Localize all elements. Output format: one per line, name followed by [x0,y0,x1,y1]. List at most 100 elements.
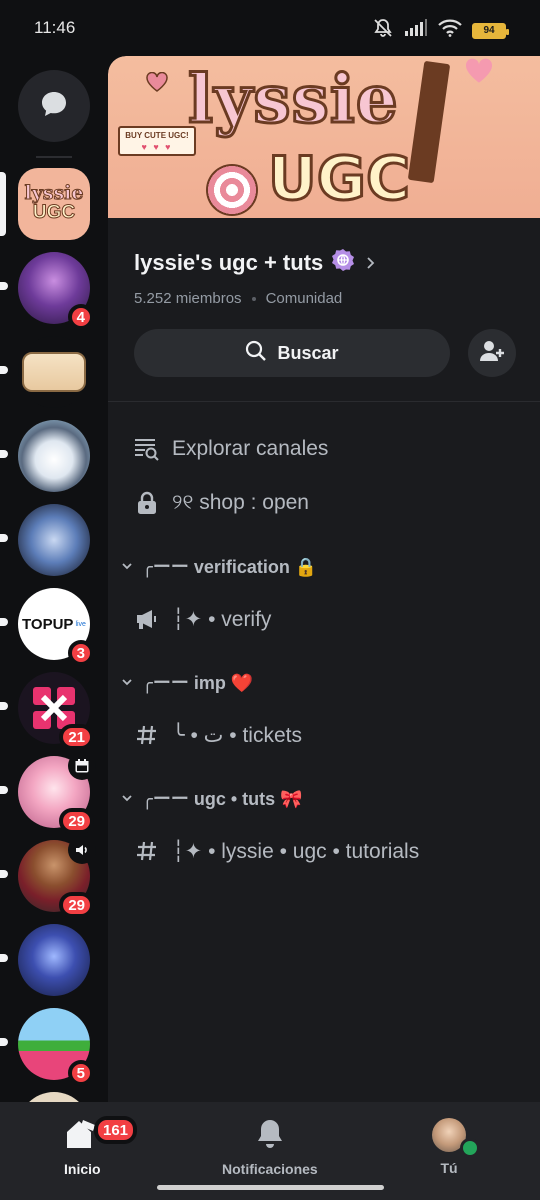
direct-messages-button[interactable] [18,70,90,142]
hashtag-icon [134,724,160,746]
meta-separator [251,296,256,301]
nav-you-label: Tú [440,1160,458,1176]
speaker-icon [68,836,96,864]
category-imp[interactable]: ╭ーー imp ❤️ [108,656,540,708]
unread-indicator [0,282,8,290]
topup-logo-sub: live [75,620,86,628]
unread-indicator [0,786,8,794]
chevron-right-icon [363,250,377,276]
server-icon-guy[interactable]: 29 [0,836,96,918]
channel-tickets[interactable]: ╰ • ت • tickets [108,708,540,762]
unread-indicator [0,534,8,542]
mention-badge: 29 [59,808,94,834]
online-status-indicator [460,1138,480,1158]
chevron-down-icon [116,676,138,688]
server-logo-subtext: UGC [32,202,76,224]
chevron-down-icon [116,792,138,804]
category-ugc-tuts[interactable]: ╭ーー ugc • tuts 🎀 [108,772,540,824]
signal-icon [404,19,428,42]
channel-name: ┆✦ • lyssie • ugc • tutorials [172,839,420,863]
status-icons: 94 [372,18,509,43]
nav-you[interactable]: Tú [432,1118,480,1176]
banner-subtitle: UGC [266,143,411,216]
battery-icon: 94 [472,22,509,39]
mention-badge: 29 [59,892,94,918]
server-panel: BUY CUTE UGC! ♥ ♥ ♥ lyssie UGC lyssie's … [108,56,540,1102]
rail-divider [36,156,72,158]
tag-text: BUY CUTE UGC! [125,131,189,140]
unread-indicator [0,1038,8,1046]
status-time: 11:46 [34,18,76,37]
mention-badge: 3 [67,640,94,666]
banner-title: lyssie [187,59,400,140]
chat-bubble-icon [39,89,69,124]
server-actions: Buscar [108,307,540,377]
heart-icon [464,58,494,89]
unread-indicator [0,954,8,962]
server-title[interactable]: lyssie's ugc + tuts [134,248,514,278]
server-name: lyssie's ugc + tuts [134,250,324,275]
server-icon-lyssie[interactable]: lyssie UGC [0,168,90,240]
search-button[interactable]: Buscar [134,329,450,377]
mention-badge: 5 [67,1060,94,1086]
server-icon-topup[interactable]: TOPUP live 3 [0,588,94,666]
nav-home-label: Inicio [64,1161,101,1177]
channel-tutorials[interactable]: ┆✦ • lyssie • ugc • tutorials [108,824,540,878]
swirl-cookie-icon [206,164,258,216]
member-count: 5.252 miembros [134,290,242,307]
server-icon-logo[interactable] [0,336,90,408]
server-banner[interactable]: BUY CUTE UGC! ♥ ♥ ♥ lyssie UGC [108,56,540,218]
category-name: ╭ーー imp ❤️ [142,673,254,693]
hashtag-icon [134,840,160,862]
lock-icon [134,491,160,515]
server-icon-partial[interactable] [18,1092,90,1102]
mute-icon [372,18,394,43]
invite-members-button[interactable] [468,329,516,377]
category-verification[interactable]: ╭ーー verification 🔒 [108,540,540,592]
server-avatar [18,1092,90,1102]
user-avatar [432,1118,480,1158]
server-avatar [18,504,90,576]
category-name: ╭ーー ugc • tuts 🎀 [142,789,303,809]
server-icon-pink-dice[interactable]: 21 [0,672,94,750]
gesture-bar[interactable] [157,1185,384,1190]
server-icon-pink-hair[interactable]: 29 [0,752,96,834]
heart-icon [146,71,168,97]
chevron-down-icon [116,560,138,572]
server-avatar [18,336,90,408]
server-icon-blue-knight[interactable] [0,924,90,996]
unread-indicator [0,618,8,626]
unread-indicator [0,870,8,878]
channel-list: Explorar canales ୨୧ shop : open ╭ーー veri… [108,402,540,878]
unread-indicator [0,366,8,374]
nav-home[interactable]: 161 Inicio [64,1116,138,1177]
channel-verify[interactable]: ┆✦ • verify [108,592,540,646]
explore-channels-label: Explorar canales [172,437,329,460]
server-icon-husky[interactable] [0,420,90,492]
home-badge: 161 [94,1116,138,1144]
server-meta: 5.252 miembros Comunidad [134,290,514,307]
nav-notifications[interactable]: Notificaciones [222,1118,318,1177]
server-avatar [18,420,90,492]
server-rail[interactable]: lyssie UGC 4 TOPUP live 3 21 29 29 5 [0,56,108,1102]
nav-notifications-label: Notificaciones [222,1161,318,1177]
explore-channels-item[interactable]: Explorar canales [108,422,540,476]
server-icon-anime-girl[interactable]: 4 [0,252,94,330]
server-icon-roblox-pink[interactable]: 5 [0,1008,94,1086]
server-header[interactable]: lyssie's ugc + tuts 5.252 miembros Comun… [108,218,540,307]
browse-channels-icon [134,437,160,461]
bell-icon [255,1118,285,1153]
channel-shop[interactable]: ୨୧ shop : open [108,476,540,530]
server-avatar [18,924,90,996]
mention-badge: 21 [59,724,94,750]
chocolate-bar-icon [407,60,451,184]
category-name: ╭ーー verification 🔒 [142,557,318,577]
topup-logo-text: TOPUP [22,615,74,633]
wifi-icon [438,19,462,42]
server-type: Comunidad [265,290,343,307]
community-badge-icon [331,248,355,278]
server-icon-blue-creatures[interactable] [0,504,90,576]
unread-indicator [0,450,8,458]
mention-badge: 4 [67,304,94,330]
status-bar: 11:46 94 [0,0,540,56]
